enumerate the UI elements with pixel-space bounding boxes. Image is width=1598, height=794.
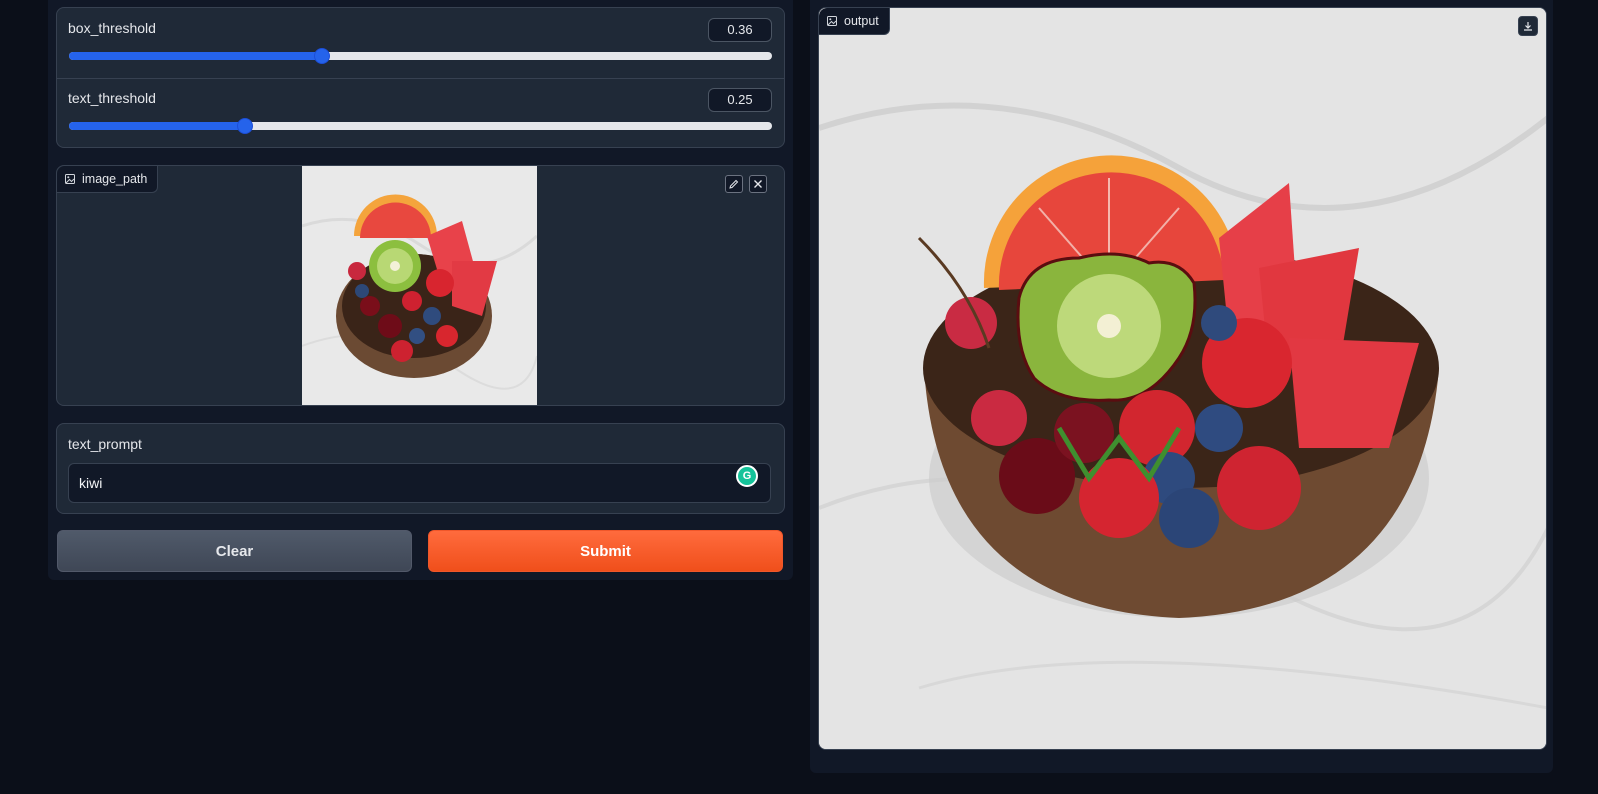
output-image-fruit-bowl-kiwi-mask: [819, 8, 1546, 749]
image-icon: [827, 16, 837, 26]
input-column: box_threshold 0.36 text_threshold 0.25 i…: [48, 0, 793, 580]
box-threshold-row: box_threshold 0.36: [57, 8, 784, 79]
close-icon: [754, 180, 762, 188]
output-label-tab: output: [819, 8, 890, 35]
output-image-panel: output: [818, 7, 1547, 750]
text-threshold-number-input[interactable]: 0.25: [708, 88, 772, 112]
pencil-icon: [729, 179, 739, 189]
text-threshold-slider[interactable]: [69, 118, 772, 134]
input-image-fruit-bowl: [302, 166, 537, 405]
image-input[interactable]: image_path: [56, 165, 785, 406]
box-threshold-slider-thumb[interactable]: [314, 48, 331, 64]
text-prompt-input[interactable]: kiwi: [68, 463, 771, 503]
clear-button[interactable]: Clear: [57, 530, 412, 572]
text-threshold-slider-thumb[interactable]: [236, 118, 253, 134]
image-path-label: image_path: [82, 172, 148, 186]
image-path-label-tab: image_path: [57, 166, 159, 193]
image-icon: [65, 174, 75, 184]
threshold-sliders: box_threshold 0.36 text_threshold 0.25: [56, 7, 785, 148]
box-threshold-slider[interactable]: [69, 48, 772, 64]
text-prompt-label: text_prompt: [68, 436, 142, 452]
grammarly-icon[interactable]: G: [736, 465, 758, 487]
box-threshold-number-input[interactable]: 0.36: [708, 18, 772, 42]
box-threshold-slider-fill: [69, 52, 323, 60]
text-threshold-slider-fill: [69, 122, 245, 130]
submit-button[interactable]: Submit: [428, 530, 783, 572]
text-threshold-label: text_threshold: [68, 90, 156, 106]
edit-button[interactable]: [725, 175, 743, 193]
output-label: output: [844, 14, 879, 28]
text-threshold-row: text_threshold 0.25: [57, 78, 784, 148]
download-button[interactable]: [1518, 16, 1538, 36]
clear-image-button[interactable]: [749, 175, 767, 193]
output-column: output: [810, 0, 1553, 773]
download-icon: [1524, 22, 1532, 31]
box-threshold-label: box_threshold: [68, 20, 156, 36]
text-prompt-block: text_prompt kiwi G: [56, 423, 785, 514]
